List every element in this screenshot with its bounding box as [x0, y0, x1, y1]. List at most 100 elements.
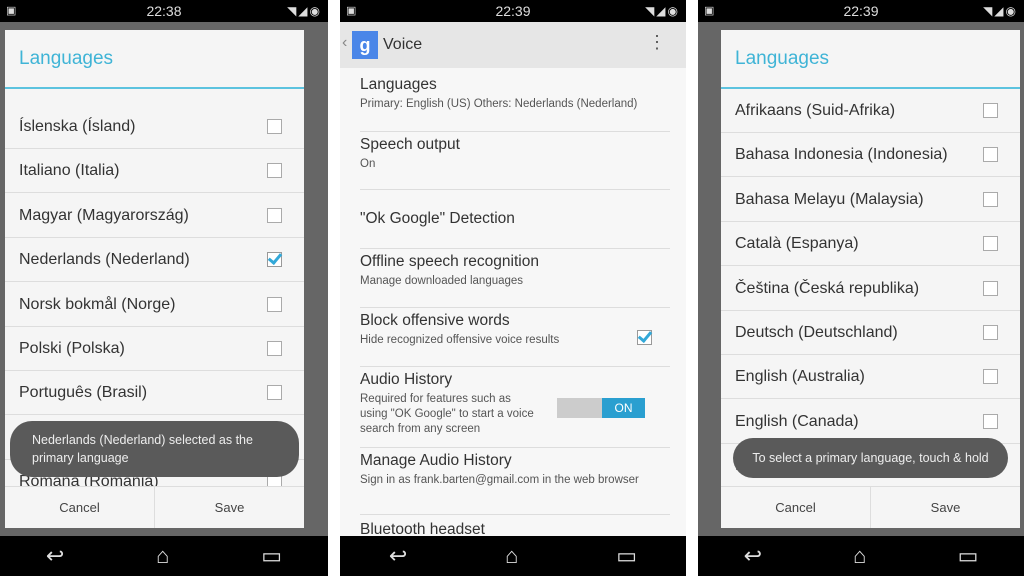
language-label: Magyar (Magyarország)	[19, 206, 189, 224]
title-divider	[5, 87, 304, 89]
language-row[interactable]: Català (Espanya)	[721, 222, 1020, 267]
checkbox[interactable]	[983, 147, 998, 163]
item-subtitle: Primary: English (US) Others: Nederlands…	[360, 98, 638, 110]
settings-item[interactable]: Languages Primary: English (US) Others: N…	[360, 72, 670, 132]
status-bar: ▣ 22:39 ◥◢◉	[698, 0, 1024, 22]
checkbox[interactable]	[267, 252, 282, 268]
google-logo-icon: g	[352, 31, 378, 59]
up-chevron-icon[interactable]: ‹	[342, 34, 347, 52]
settings-item[interactable]: Offline speech recognition Manage downloa…	[360, 249, 670, 308]
language-row[interactable]: English (Australia)	[721, 355, 1020, 400]
item-title: "Ok Google" Detection	[360, 210, 515, 227]
language-row[interactable]: Norsk bokmål (Norge)	[5, 283, 304, 327]
language-label: Italiano (Italia)	[19, 162, 120, 180]
cancel-button[interactable]: Cancel	[5, 487, 154, 528]
wifi-signal-battery-icons: ◥◢◉	[645, 4, 680, 18]
back-icon[interactable]: ↩	[744, 543, 762, 569]
language-label: Bahasa Indonesia (Indonesia)	[735, 146, 948, 164]
language-label: English (Canada)	[735, 412, 859, 430]
checkbox[interactable]	[267, 296, 282, 312]
home-icon[interactable]: ⌂	[156, 543, 169, 569]
clock: 22:39	[843, 3, 879, 19]
item-title: Offline speech recognition	[360, 253, 539, 270]
checkbox[interactable]	[983, 280, 998, 296]
language-row[interactable]: Íslenska (Ísland)	[5, 105, 304, 149]
phone-left: ▣ 22:38 ◥◢◉ Languages Íslenska (Ísland) Ita…	[0, 0, 328, 576]
item-subtitle: Sign in as frank.barten@gmail.com in the…	[360, 474, 639, 486]
language-row[interactable]: Polski (Polska)	[5, 327, 304, 371]
nav-bar: ↩ ⌂ ▭	[0, 536, 328, 576]
language-row[interactable]: Bahasa Indonesia (Indonesia)	[721, 133, 1020, 178]
dialog-title: Languages	[735, 48, 830, 69]
language-row[interactable]: Português (Brasil)	[5, 371, 304, 416]
back-icon[interactable]: ↩	[46, 543, 64, 569]
language-row[interactable]: Italiano (Italia)	[5, 149, 304, 194]
settings-item[interactable]: "Ok Google" Detection	[360, 191, 670, 249]
notification-icon: ▣	[346, 5, 357, 17]
item-subtitle: Hide recognized offensive voice results	[360, 334, 560, 346]
action-bar: ‹ g Voice ⋮	[340, 22, 686, 68]
language-label: Polski (Polska)	[19, 340, 125, 357]
language-label: Deutsch (Deutschland)	[735, 324, 898, 341]
checkbox[interactable]	[267, 119, 282, 134]
checkbox[interactable]	[983, 369, 998, 385]
notification-icon: ▣	[6, 5, 17, 17]
item-title: Block offensive words	[360, 312, 510, 329]
recents-icon[interactable]: ▭	[616, 543, 637, 569]
status-bar: ▣ 22:38 ◥◢◉	[0, 0, 328, 22]
item-title: Audio History	[360, 371, 453, 388]
item-subtitle: Manage downloaded languages	[360, 275, 524, 287]
back-icon[interactable]: ↩	[389, 543, 407, 569]
status-bar: ▣ 22:39 ◥◢◉	[340, 0, 686, 22]
checkbox[interactable]	[983, 325, 998, 340]
toggle-label: ON	[602, 398, 645, 418]
checkbox[interactable]	[983, 103, 998, 118]
home-icon[interactable]: ⌂	[853, 543, 866, 569]
checkbox[interactable]	[267, 163, 282, 179]
overflow-menu-icon[interactable]: ⋮	[648, 32, 666, 53]
language-row[interactable]: Bahasa Melayu (Malaysia)	[721, 178, 1020, 222]
toast-message: To select a primary language, touch & ho…	[733, 438, 1008, 478]
item-subtitle: On	[360, 158, 376, 170]
language-label: Català (Espanya)	[735, 235, 859, 253]
recents-icon[interactable]: ▭	[958, 543, 979, 569]
audio-history-toggle[interactable]: ON	[557, 398, 645, 418]
checkbox[interactable]	[983, 413, 998, 429]
settings-item[interactable]: Speech output On	[360, 132, 670, 190]
language-label: Norsk bokmål (Norge)	[19, 295, 176, 313]
checkbox[interactable]	[983, 191, 998, 207]
checkbox[interactable]	[267, 207, 282, 223]
item-title: Manage Audio History	[360, 452, 512, 469]
settings-item[interactable]: Manage Audio History Sign in as frank.bar…	[360, 448, 670, 515]
language-label: Bahasa Melayu (Malaysia)	[735, 190, 924, 208]
language-row[interactable]: Deutsch (Deutschland)	[721, 311, 1020, 355]
save-button[interactable]: Save	[154, 487, 304, 528]
home-icon[interactable]: ⌂	[505, 543, 518, 569]
nav-bar: ↩ ⌂ ▭	[698, 536, 1024, 576]
language-row[interactable]: Čeština (Česká republika)	[721, 267, 1020, 311]
save-button[interactable]: Save	[870, 487, 1020, 528]
phone-middle: ▣ 22:39 ◥◢◉ ‹ g Voice ⋮ Languages Primary: …	[340, 0, 686, 576]
languages-dialog: Languages Afrikaans (Suid-Afrika) Bahasa …	[721, 30, 1020, 528]
dialog-title: Languages	[19, 48, 114, 69]
language-label: Português (Brasil)	[19, 384, 148, 402]
checkbox[interactable]	[983, 236, 998, 252]
settings-item[interactable]: Block offensive words Hide recognized off…	[360, 308, 670, 367]
toast-message: Nederlands (Nederland) selected as the p…	[10, 421, 299, 477]
wifi-signal-battery-icons: ◥◢◉	[983, 4, 1018, 18]
wifi-signal-battery-icons: ◥◢◉	[287, 4, 322, 18]
notification-icon: ▣	[704, 5, 715, 17]
item-title: Languages	[360, 76, 437, 93]
clock: 22:39	[495, 3, 531, 19]
block-offensive-checkbox[interactable]	[637, 330, 652, 345]
language-label: Íslenska (Ísland)	[19, 118, 136, 135]
language-row[interactable]: Nederlands (Nederland)	[5, 238, 304, 283]
cancel-button[interactable]: Cancel	[721, 487, 870, 528]
language-label: English (Australia)	[735, 368, 865, 386]
checkbox[interactable]	[267, 341, 282, 356]
recents-icon[interactable]: ▭	[261, 543, 282, 569]
checkbox[interactable]	[267, 385, 282, 401]
language-row[interactable]: Magyar (Magyarország)	[5, 194, 304, 238]
item-title: Speech output	[360, 136, 460, 153]
language-row[interactable]: Afrikaans (Suid-Afrika)	[721, 89, 1020, 133]
